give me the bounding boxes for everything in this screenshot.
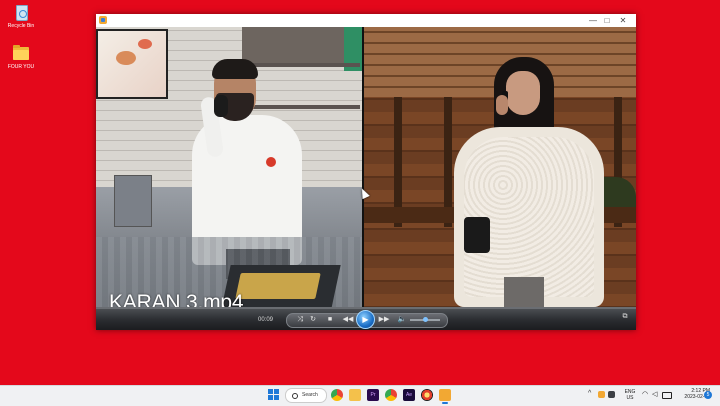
seek-bar[interactable] <box>96 307 636 309</box>
play-button[interactable]: ▶ <box>356 310 375 329</box>
desktop-icon-label: Recycle Bin <box>7 23 35 29</box>
start-button[interactable] <box>268 389 280 401</box>
taskbar-app-after-effects[interactable]: Ae <box>403 389 415 401</box>
tray-overflow-chevron-icon[interactable]: ^ <box>588 390 591 397</box>
taskbar-app-file-explorer[interactable] <box>349 389 361 401</box>
search-label: Search <box>302 392 318 398</box>
media-player-window: — □ ✕ KARAN 3.mp4 00:09 ⤨ ↻ ■ ◀◀ ▶ ▶▶ 🔈 … <box>96 14 636 330</box>
maximize-button[interactable]: □ <box>600 14 614 27</box>
recycle-bin-icon <box>12 3 30 21</box>
battery-icon[interactable] <box>662 392 672 399</box>
close-button[interactable]: ✕ <box>616 14 630 27</box>
desktop-icon-folder[interactable]: FOUR YOU <box>1 44 41 70</box>
search-icon <box>292 393 298 399</box>
taskbar-app-media[interactable] <box>421 389 433 401</box>
speaker-icon[interactable]: ◁ <box>652 391 660 398</box>
language-indicator[interactable]: ENG US <box>623 389 637 401</box>
stop-button[interactable]: ■ <box>324 314 336 325</box>
elapsed-time: 00:09 <box>258 317 274 323</box>
video-frame-right <box>364 27 636 320</box>
notification-badge[interactable]: 5 <box>704 391 712 399</box>
taskbar-app-media-player[interactable] <box>439 389 451 404</box>
title-bar[interactable]: — □ ✕ <box>96 14 636 27</box>
taskbar-app-premiere-pro[interactable]: Pr <box>367 389 379 401</box>
shuffle-button[interactable]: ⤨ <box>294 314 306 325</box>
taskbar-search[interactable]: Search <box>285 388 327 403</box>
volume-icon[interactable]: 🔈 <box>396 314 408 325</box>
tray-app-icon[interactable] <box>608 391 615 398</box>
video-frame-left <box>96 27 362 320</box>
desktop-icon-recycle-bin[interactable]: Recycle Bin <box>1 3 41 29</box>
switch-to-library-button[interactable]: ⧉ <box>620 312 630 322</box>
taskbar-app-chrome[interactable] <box>331 389 343 401</box>
folder-icon <box>12 44 30 62</box>
taskbar-app-chrome-profile[interactable] <box>385 389 397 401</box>
repeat-button[interactable]: ↻ <box>307 314 319 325</box>
minimize-button[interactable]: — <box>586 14 600 27</box>
region-code: US <box>626 395 634 401</box>
volume-slider-knob[interactable] <box>422 317 428 322</box>
wifi-icon[interactable]: ◠ <box>642 391 650 398</box>
tray-icons <box>598 391 618 399</box>
media-player-app-icon <box>99 16 107 24</box>
tray-app-icon[interactable] <box>598 391 605 398</box>
desktop-icon-label: FOUR YOU <box>7 64 35 70</box>
next-button[interactable]: ▶▶ <box>378 314 390 325</box>
wall-tv <box>96 29 168 99</box>
video-area[interactable]: KARAN 3.mp4 <box>96 27 636 320</box>
previous-button[interactable]: ◀◀ <box>342 314 354 325</box>
